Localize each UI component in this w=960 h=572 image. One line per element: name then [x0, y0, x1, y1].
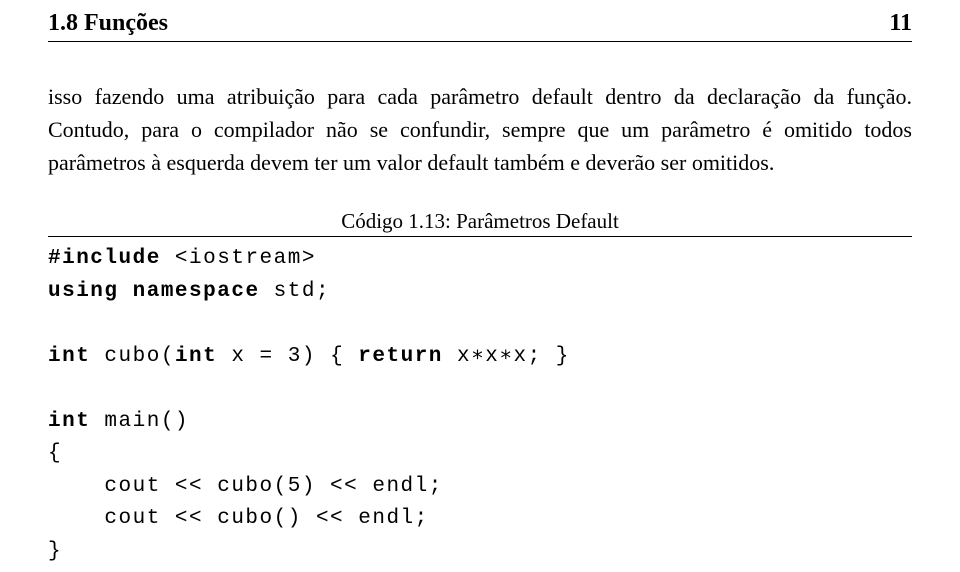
- code-text: cout << cubo(5) << endl;: [48, 475, 443, 498]
- header-underline: [48, 41, 912, 42]
- code-keyword: int: [48, 345, 90, 368]
- code-text: x∗x∗x; }: [443, 345, 570, 368]
- code-text: main(): [90, 410, 189, 433]
- code-keyword: using: [48, 280, 119, 303]
- code-text: <iostream>: [161, 247, 316, 270]
- code-text: x = 3) {: [217, 345, 358, 368]
- body-paragraph: isso fazendo uma atribuição para cada pa…: [48, 80, 912, 179]
- page-root: 1.8 Funções 11 isso fazendo uma atribuiç…: [0, 0, 960, 568]
- code-caption-rule: [48, 236, 912, 237]
- code-text: {: [48, 442, 62, 465]
- code-keyword: namespace: [133, 280, 260, 303]
- code-text: cubo(: [90, 345, 175, 368]
- code-text: }: [48, 540, 62, 563]
- code-text: [119, 280, 133, 303]
- code-keyword: int: [48, 410, 90, 433]
- code-keyword: return: [358, 345, 443, 368]
- section-title: 1.8 Funções: [48, 10, 168, 37]
- page-number: 11: [889, 10, 912, 37]
- code-keyword: int: [175, 345, 217, 368]
- code-keyword: #include: [48, 247, 161, 270]
- code-text: cout << cubo() << endl;: [48, 507, 429, 530]
- running-header: 1.8 Funções 11: [48, 10, 912, 37]
- code-caption: Código 1.13: Parâmetros Default: [48, 209, 912, 234]
- code-listing: #include <iostream> using namespace std;…: [48, 243, 912, 568]
- code-text: std;: [260, 280, 331, 303]
